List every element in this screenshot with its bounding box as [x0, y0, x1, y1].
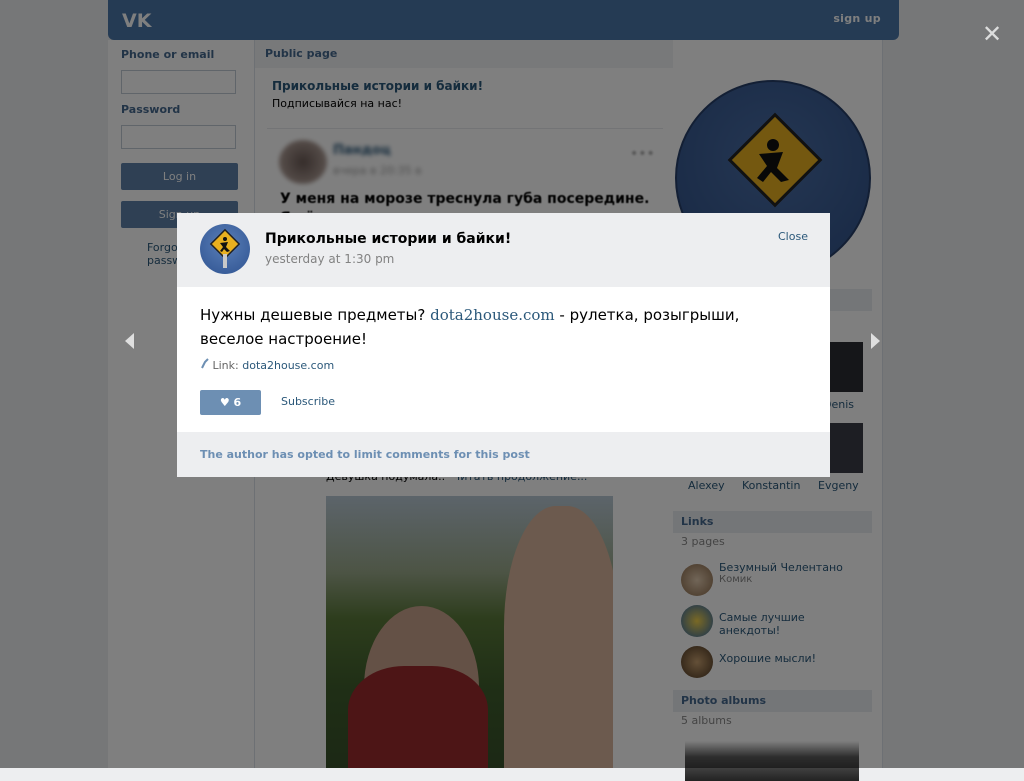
like-button[interactable]: ♥ 6	[200, 390, 261, 415]
post-inline-link[interactable]: dota2house.com	[430, 306, 555, 324]
link-row: Link: dota2house.com	[200, 358, 334, 372]
modal-title[interactable]: Прикольные истории и байки!	[265, 231, 511, 247]
arrow-right-icon[interactable]	[871, 333, 880, 349]
link-icon	[201, 358, 209, 369]
close-x-icon[interactable]: ✕	[982, 20, 1002, 48]
post-modal: Прикольные истории и байки! yesterday at…	[177, 213, 830, 477]
close-button[interactable]: Close	[778, 230, 808, 243]
modal-post-text: Нужны дешевые предметы? dota2house.com -…	[200, 303, 800, 351]
like-count: 6	[233, 396, 242, 409]
post-text-before: Нужны дешевые предметы?	[200, 306, 426, 324]
subscribe-link[interactable]: Subscribe	[281, 395, 335, 408]
link-label: Link:	[212, 359, 239, 372]
arrow-left-icon[interactable]	[125, 333, 134, 349]
modal-header: Прикольные истории и байки! yesterday at…	[177, 213, 830, 287]
comments-notice: The author has opted to limit comments f…	[177, 432, 830, 477]
heart-icon: ♥	[219, 396, 230, 409]
modal-avatar[interactable]	[200, 224, 250, 274]
link-url[interactable]: dota2house.com	[242, 359, 334, 372]
modal-date[interactable]: yesterday at 1:30 pm	[265, 252, 394, 266]
road-sign-icon	[209, 228, 241, 268]
